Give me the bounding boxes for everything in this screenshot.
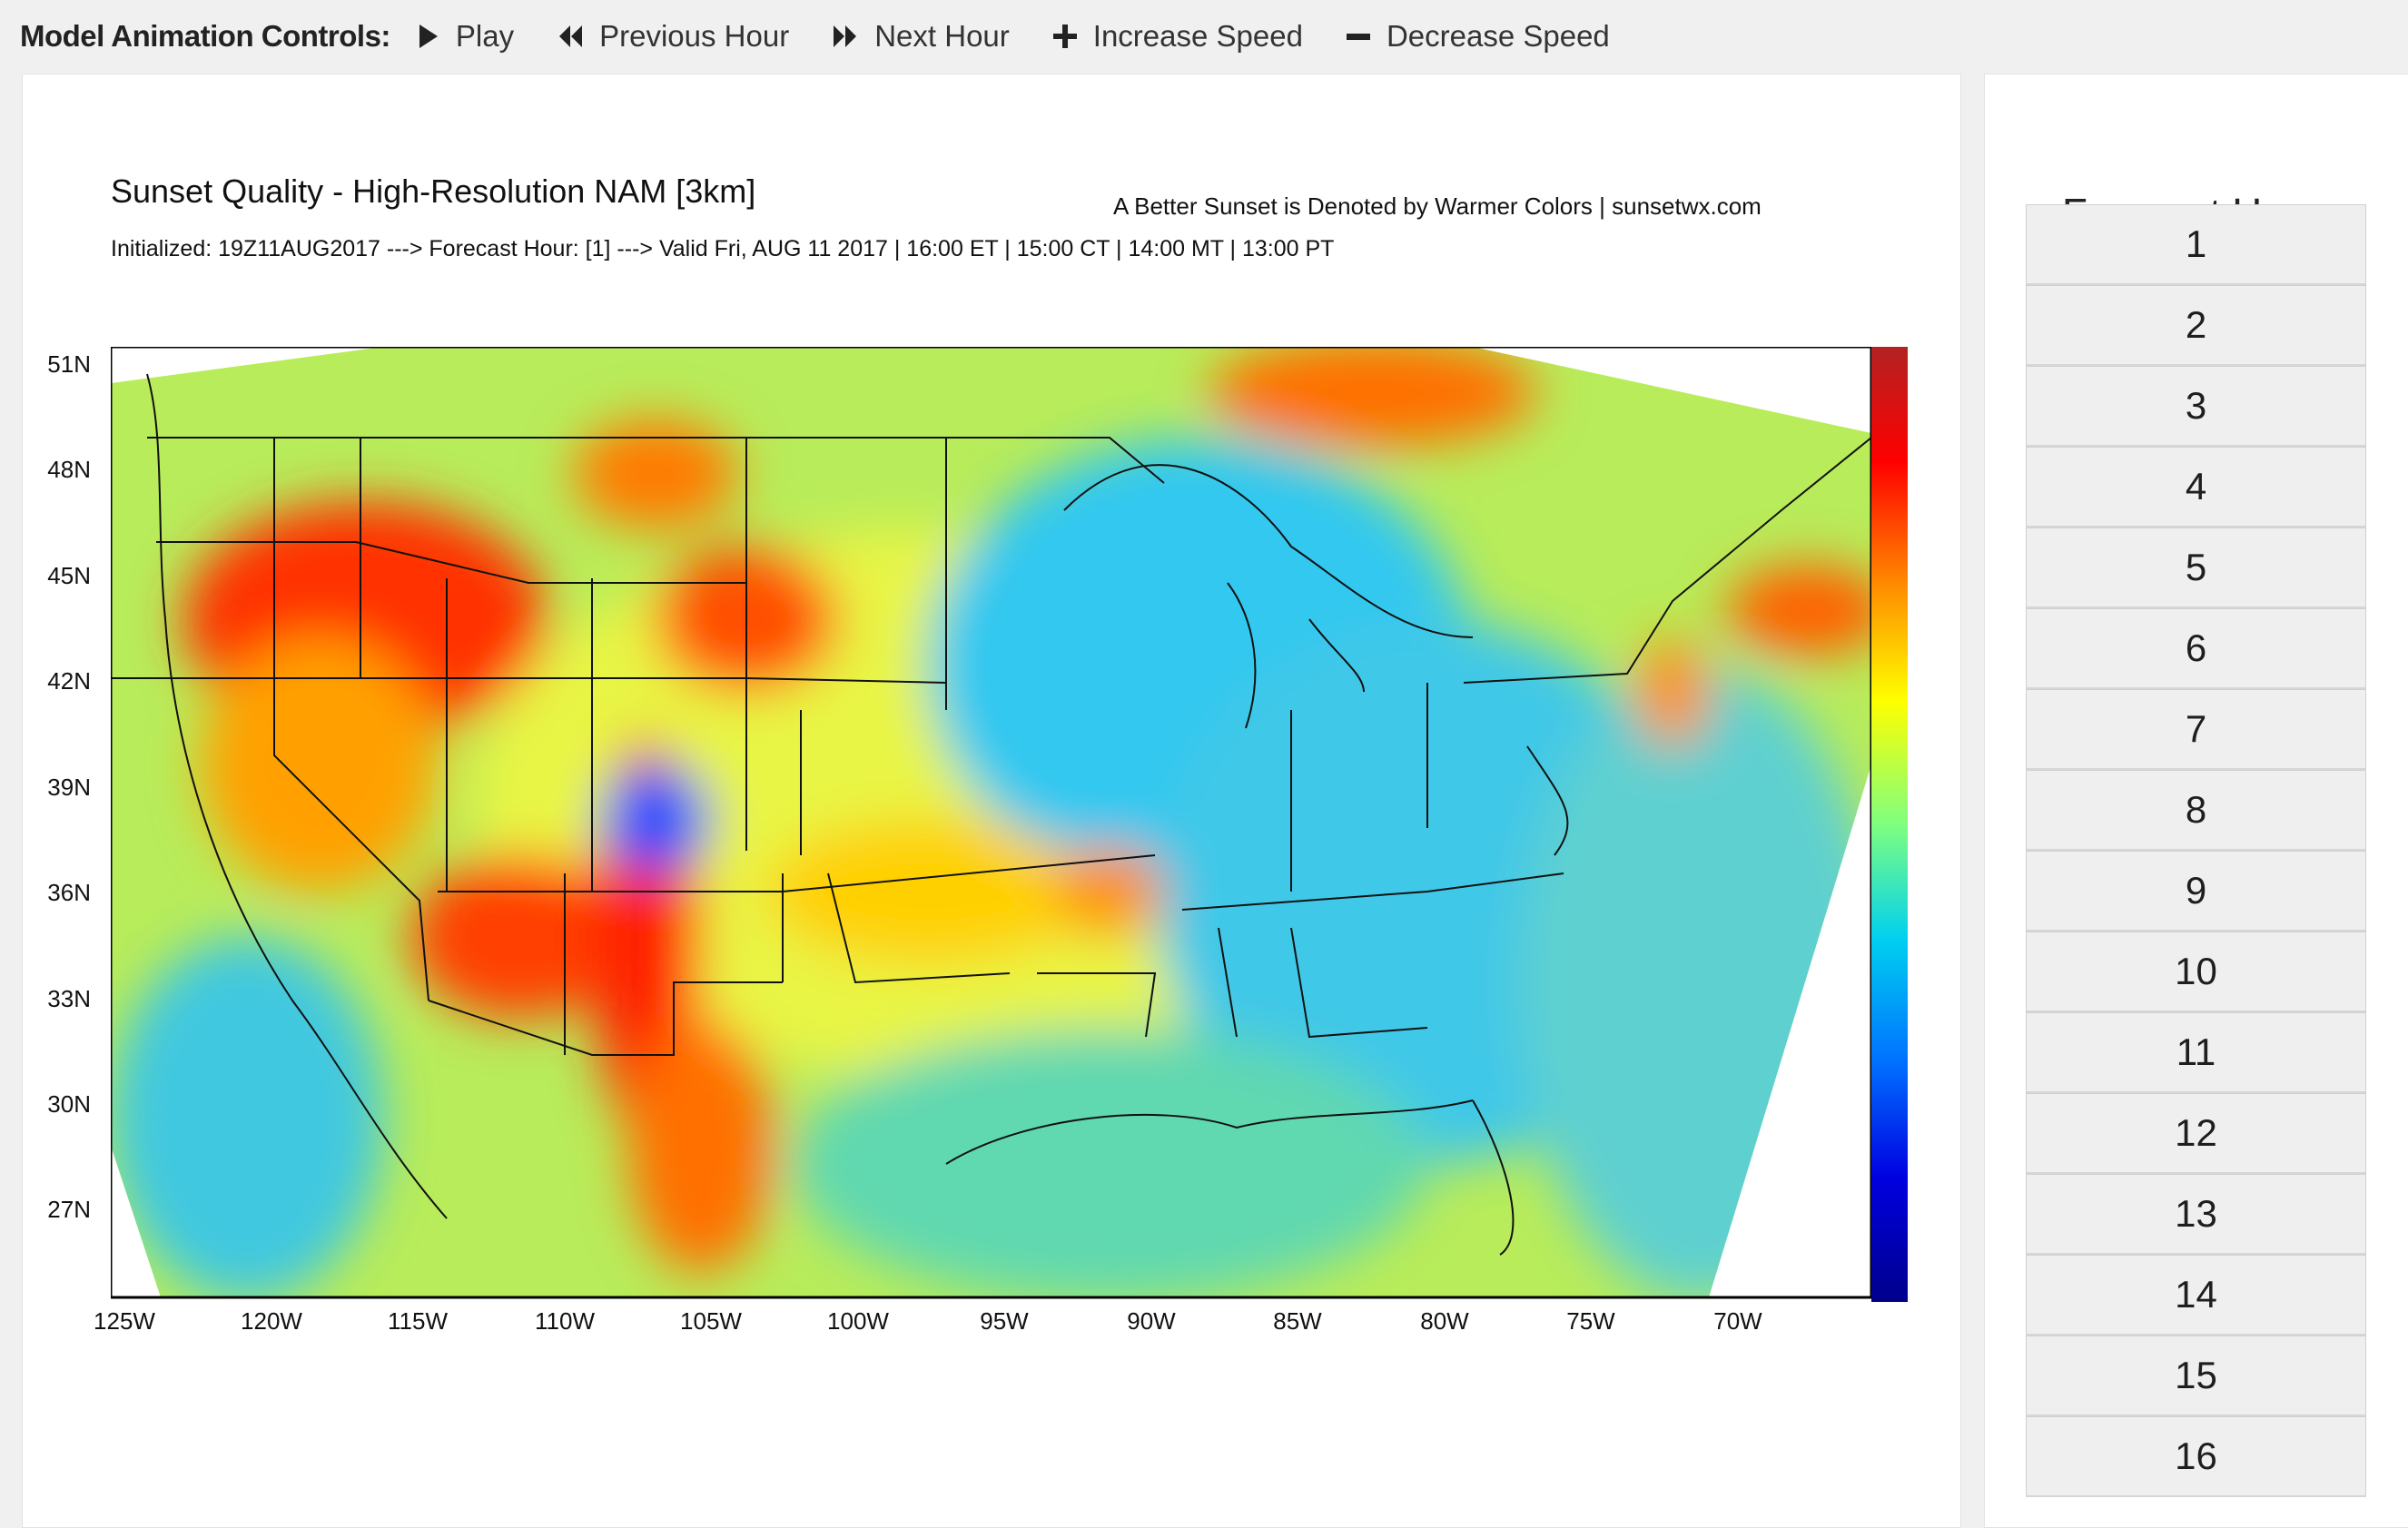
forecast-hour-button-7[interactable]: 7 bbox=[2026, 689, 2366, 770]
forecast-hour-button-13[interactable]: 13 bbox=[2026, 1174, 2366, 1255]
forecast-hour-button-10[interactable]: 10 bbox=[2026, 932, 2366, 1012]
forecast-hour-button-11[interactable]: 11 bbox=[2026, 1012, 2366, 1093]
play-button[interactable]: Play bbox=[418, 19, 514, 54]
plus-icon bbox=[1052, 25, 1077, 48]
lat-tick: 39N bbox=[47, 774, 91, 801]
minus-icon bbox=[1346, 34, 1370, 40]
lon-tick: 120W bbox=[241, 1307, 302, 1335]
lat-tick: 30N bbox=[47, 1090, 91, 1118]
forecast-hour-button-6[interactable]: 6 bbox=[2026, 608, 2366, 689]
increase-speed-button[interactable]: Increase Speed bbox=[1052, 19, 1303, 54]
lon-tick: 100W bbox=[827, 1307, 889, 1335]
forecast-hour-button-8[interactable]: 8 bbox=[2026, 770, 2366, 851]
forecast-hour-button-14[interactable]: 14 bbox=[2026, 1255, 2366, 1336]
forecast-hour-button-12[interactable]: 12 bbox=[2026, 1093, 2366, 1174]
lon-tick: 80W bbox=[1420, 1307, 1469, 1335]
lon-tick: 70W bbox=[1713, 1307, 1762, 1335]
previous-hour-button[interactable]: Previous Hour bbox=[558, 19, 789, 54]
decrease-speed-button[interactable]: Decrease Speed bbox=[1346, 19, 1610, 54]
lat-tick: 48N bbox=[47, 456, 91, 483]
forecast-hour-button-1[interactable]: 1 bbox=[2026, 204, 2366, 285]
forecast-hour-button-9[interactable]: 9 bbox=[2026, 851, 2366, 932]
forecast-hour-button-4[interactable]: 4 bbox=[2026, 447, 2366, 527]
backward-icon bbox=[559, 25, 583, 47]
chart-credit: A Better Sunset is Denoted by Warmer Col… bbox=[1113, 192, 1762, 220]
lat-tick: 27N bbox=[47, 1196, 91, 1223]
lat-tick: 45N bbox=[47, 562, 91, 589]
play-icon bbox=[419, 25, 438, 48]
chart-title: Sunset Quality - High-Resolution NAM [3k… bbox=[111, 173, 756, 210]
forecast-hour-list: 1 2 3 4 5 6 7 8 9 10 11 12 13 14 15 16 bbox=[2026, 204, 2366, 1497]
chart-subtitle: Initialized: 19Z11AUG2017 ---> Forecast … bbox=[111, 236, 1335, 261]
lat-tick: 33N bbox=[47, 985, 91, 1012]
play-label: Play bbox=[455, 19, 515, 53]
lon-tick: 75W bbox=[1566, 1307, 1615, 1335]
colorbar bbox=[1871, 347, 1908, 1302]
previous-hour-label: Previous Hour bbox=[599, 19, 790, 53]
lon-tick: 95W bbox=[980, 1307, 1029, 1335]
lon-tick: 90W bbox=[1127, 1307, 1176, 1335]
forecast-hour-button-2[interactable]: 2 bbox=[2026, 285, 2366, 366]
forecast-hour-button-15[interactable]: 15 bbox=[2026, 1336, 2366, 1416]
sunset-quality-map bbox=[111, 347, 1908, 1302]
forecast-field bbox=[111, 347, 1871, 1297]
lon-tick: 115W bbox=[388, 1307, 448, 1335]
lon-tick: 110W bbox=[535, 1307, 595, 1335]
forecast-hour-button-16[interactable]: 16 bbox=[2026, 1416, 2366, 1497]
lat-tick: 42N bbox=[47, 667, 91, 695]
toolbar-label: Model Animation Controls: bbox=[20, 19, 390, 53]
lat-tick: 36N bbox=[47, 879, 91, 906]
next-hour-button[interactable]: Next Hour bbox=[833, 19, 1010, 54]
forward-icon bbox=[834, 25, 857, 47]
next-hour-label: Next Hour bbox=[874, 19, 1010, 53]
animation-toolbar: Model Animation Controls: Play Previous … bbox=[0, 0, 2408, 73]
lon-tick: 105W bbox=[680, 1307, 742, 1335]
lon-tick: 85W bbox=[1273, 1307, 1322, 1335]
forecast-hour-button-3[interactable]: 3 bbox=[2026, 366, 2366, 447]
decrease-speed-label: Decrease Speed bbox=[1386, 19, 1610, 53]
lat-tick: 51N bbox=[47, 350, 91, 378]
lon-tick: 125W bbox=[94, 1307, 155, 1335]
forecast-hour-button-5[interactable]: 5 bbox=[2026, 527, 2366, 608]
increase-speed-label: Increase Speed bbox=[1092, 19, 1303, 53]
